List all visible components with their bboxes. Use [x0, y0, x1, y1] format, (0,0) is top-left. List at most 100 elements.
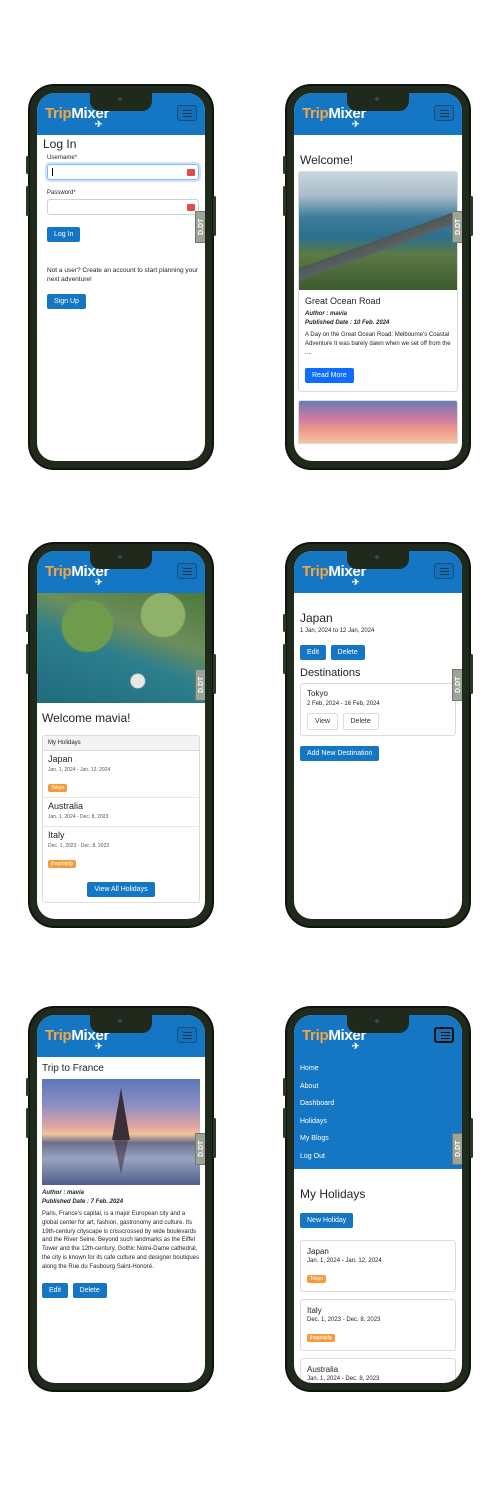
dev-badge: D.DT — [195, 669, 205, 701]
destination-badge: Tokyo — [48, 784, 68, 792]
nav-item-log-out[interactable]: Log Out — [300, 1153, 334, 1171]
holiday-dates: 1 Jan, 2024 to 12 Jan, 2024 — [300, 628, 375, 634]
holiday-name: Italy — [48, 830, 65, 840]
signup-prompt: Not a user? Create an account to start p… — [47, 267, 199, 283]
nav-item-about[interactable]: About — [300, 1083, 334, 1101]
holiday-name: Australia — [307, 1365, 339, 1374]
nav-item-dashboard[interactable]: Dashboard — [300, 1100, 334, 1118]
holiday-item[interactable]: Australia Jan. 1, 2024 - Dec. 8, 2023 — [43, 798, 199, 827]
holiday-name: Japan — [307, 1247, 329, 1256]
page-title: Welcome! — [300, 153, 354, 167]
plane-icon: ✈ — [95, 577, 103, 587]
page-title: My Holidays — [300, 1187, 366, 1201]
phone-button — [283, 156, 286, 174]
phone-button — [26, 156, 29, 174]
blog-post-screen: TripMixer ✈ D.DT Trip to France Author : … — [37, 1015, 205, 1383]
signup-button[interactable]: Sign Up — [47, 294, 86, 309]
holiday-item[interactable]: Italy Dec. 1, 2023 - Dec. 8, 2023 jhagda… — [43, 827, 199, 873]
menu-toggle-button[interactable] — [177, 105, 197, 121]
phone-button — [283, 614, 286, 632]
password-label: Password* — [47, 190, 76, 196]
destination-dates: 2 Feb, 2024 - 16 Feb, 2024 — [307, 701, 380, 707]
menu-toggle-button[interactable] — [177, 563, 197, 579]
phone-button — [213, 1118, 216, 1158]
view-destination-button[interactable]: View — [307, 713, 339, 730]
holiday-card[interactable]: Japan Jan. 1, 2024 - Jan. 12, 2024 Tokyo — [300, 1240, 456, 1292]
phone-button — [470, 654, 473, 694]
page-title: Welcome mavia! — [42, 711, 131, 725]
username-input[interactable] — [47, 164, 199, 180]
blog-excerpt: A Day on the Great Ocean Road: Melbourne… — [305, 332, 451, 356]
blog-date: Published Date : 10 Feb. 2024 — [305, 320, 390, 326]
destination-badge: Tokyo — [307, 1275, 327, 1283]
delete-holiday-button[interactable]: Delete — [330, 645, 365, 660]
phone-notch — [347, 93, 409, 111]
destinations-heading: Destinations — [300, 667, 361, 679]
holiday-title: Japan — [300, 611, 333, 625]
plane-icon: ✈ — [352, 119, 360, 129]
phone-button — [26, 1078, 29, 1096]
menu-toggle-button[interactable] — [434, 563, 454, 579]
post-body: Paris, France's capital, is a major Euro… — [42, 1211, 200, 1270]
add-destination-button[interactable]: Add New Destination — [300, 746, 380, 761]
read-more-button[interactable]: Read More — [305, 368, 354, 383]
password-manager-icon[interactable] — [187, 169, 195, 176]
holiday-dates: Jan. 1, 2024 - Jan. 12, 2024 — [307, 1258, 382, 1264]
post-title: Trip to France — [42, 1063, 104, 1074]
view-all-holidays-button[interactable]: View All Holidays — [87, 882, 155, 897]
phone-login: TripMixer ✈ D.DT Log In Username* Passwor… — [26, 84, 216, 470]
phone-button — [213, 654, 216, 694]
holiday-item[interactable]: Japan Jan. 1, 2024 - Jan. 12, 2024 Tokyo — [43, 751, 199, 798]
holiday-card[interactable]: Italy Dec. 1, 2023 - Dec. 8, 2023 jhagda… — [300, 1299, 456, 1351]
login-screen: TripMixer ✈ D.DT Log In Username* Passwor… — [37, 93, 205, 461]
dev-badge: D.DT — [452, 1133, 462, 1165]
delete-destination-button[interactable]: Delete — [342, 713, 379, 730]
holidays-card: My Holidays Japan Jan. 1, 2024 - Jan. 12… — [42, 735, 200, 903]
holiday-card[interactable]: Australia Jan. 1, 2024 - Dec. 8, 2023 — [300, 1358, 456, 1383]
blog-image[interactable] — [299, 172, 457, 290]
holiday-name: Italy — [307, 1306, 322, 1315]
destination-badge: jhagdajdg — [307, 1334, 335, 1342]
blog-title[interactable]: Great Ocean Road — [305, 296, 451, 306]
card-header: My Holidays — [43, 736, 199, 751]
password-manager-icon[interactable] — [187, 204, 195, 211]
phone-button — [26, 644, 29, 674]
password-input[interactable] — [47, 199, 199, 215]
phone-button — [283, 186, 286, 216]
phone-button — [470, 196, 473, 236]
edit-post-button[interactable]: Edit — [42, 1282, 69, 1298]
phone-button — [26, 1108, 29, 1138]
phone-holidays-list: TripMixer ✈ Home About Dashboard Holidays… — [283, 1006, 473, 1392]
page-title: Log In — [43, 137, 77, 151]
nav-item-home[interactable]: Home — [300, 1065, 334, 1083]
new-holiday-button[interactable]: New Holiday — [300, 1213, 354, 1228]
menu-toggle-button[interactable] — [177, 1027, 197, 1043]
login-button[interactable]: Log In — [47, 227, 81, 242]
blog-card: Great Ocean Road Author : mavia Publishe… — [298, 171, 458, 392]
menu-toggle-button[interactable] — [434, 1027, 454, 1043]
holidays-list-screen: TripMixer ✈ Home About Dashboard Holidays… — [294, 1015, 462, 1383]
plane-icon: ✈ — [352, 1041, 360, 1051]
destination-card: Tokyo 2 Feb, 2024 - 16 Feb, 2024 View De… — [300, 683, 456, 736]
destination-badge: jhagdajdg — [48, 860, 76, 868]
phone-notch — [90, 551, 152, 569]
edit-holiday-button[interactable]: Edit — [300, 645, 327, 660]
post-date: Published Date : 7 Feb. 2024 — [42, 1199, 124, 1205]
holiday-name: Japan — [48, 754, 73, 764]
phone-button — [283, 1108, 286, 1138]
phone-button — [283, 1078, 286, 1096]
plane-icon: ✈ — [95, 119, 103, 129]
holiday-name: Australia — [48, 801, 84, 811]
welcome-screen: TripMixer ✈ D.DT Welcome! Great Ocean Roa… — [294, 93, 462, 461]
nav-item-holidays[interactable]: Holidays — [300, 1118, 334, 1136]
phone-button — [470, 1118, 473, 1158]
navbar-expanded: TripMixer ✈ Home About Dashboard Holidays… — [294, 1015, 462, 1169]
delete-post-button[interactable]: Delete — [72, 1282, 107, 1298]
blog-image[interactable] — [298, 400, 458, 444]
nav-item-my-blogs[interactable]: My Blogs — [300, 1135, 334, 1153]
holiday-dates: Dec. 1, 2023 - Dec. 8, 2023 — [48, 843, 110, 849]
dev-badge: D.DT — [452, 669, 462, 701]
menu-toggle-button[interactable] — [434, 105, 454, 121]
dev-badge: D.DT — [452, 211, 462, 243]
phone-notch — [347, 1015, 409, 1033]
